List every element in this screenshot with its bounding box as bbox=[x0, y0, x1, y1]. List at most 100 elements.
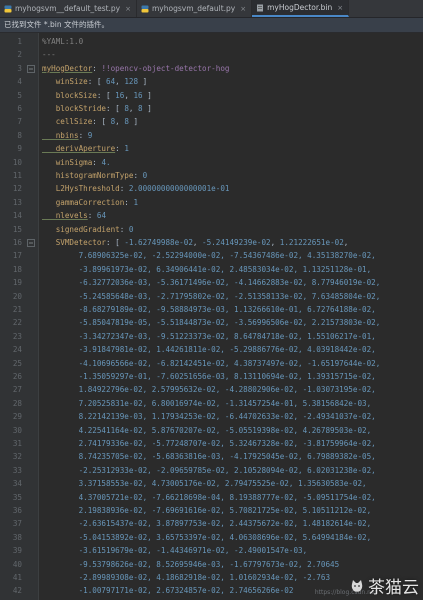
code-text: 3.37158553e-02, 4.73005176e-02, 2.794755… bbox=[42, 477, 367, 490]
line-number: 33 bbox=[12, 465, 22, 475]
code-token: : bbox=[115, 144, 125, 154]
code-line[interactable]: 3 myHogDector: !!opencv-object-detector-h… bbox=[0, 62, 423, 75]
code-text: 4.37005721e-02, -7.66218698e-04, 8.19388… bbox=[42, 491, 376, 504]
code-token: gammaCorrection bbox=[42, 197, 125, 207]
code-token: -3.34272347e-03, -9.51223373e-02, 8.6478… bbox=[42, 331, 376, 341]
line-number: 39 bbox=[12, 546, 22, 556]
code-token: 128 bbox=[124, 77, 139, 87]
code-line[interactable]: 40 -9.53798626e-02, 8.52695946e-03, -1.6… bbox=[0, 558, 423, 571]
code-line[interactable]: 25 -4.10696566e-02, -6.82142451e-02, 4.3… bbox=[0, 357, 423, 370]
code-line[interactable]: 17 7.68906325e-02, -2.52294000e-02, -7.5… bbox=[0, 249, 423, 262]
code-text: cellSize: [ 8, 8 ] bbox=[42, 115, 138, 128]
code-line[interactable]: 10 winSigma: 4. bbox=[0, 156, 423, 169]
code-token: 1 bbox=[124, 144, 129, 154]
code-text: -9.53798626e-02, 8.52695946e-03, -1.6779… bbox=[42, 558, 340, 571]
watermark-logo: 茶猫云 bbox=[350, 573, 419, 598]
close-icon[interactable]: × bbox=[337, 4, 343, 12]
code-text: nbins: 9 bbox=[42, 129, 93, 142]
plugin-notice-banner[interactable]: 已找到文件 *.bin 文件的插件。 bbox=[0, 18, 423, 32]
code-text: -5.85047819e-05, -5.51844873e-02, -3.569… bbox=[42, 316, 381, 329]
close-icon[interactable]: × bbox=[125, 5, 131, 13]
cat-logo-icon bbox=[351, 579, 363, 592]
code-token: : [ bbox=[106, 104, 125, 113]
code-line[interactable]: 29 8.22142139e-03, 1.17934253e-02, -6.44… bbox=[0, 410, 423, 423]
code-line[interactable]: 22 -5.85047819e-05, -5.51844873e-02, -3.… bbox=[0, 316, 423, 329]
code-line[interactable]: 7 cellSize: [ 8, 8 ] bbox=[0, 115, 423, 128]
code-line[interactable]: 12 L2HysThreshold: 2.0000000000000001e-0… bbox=[0, 182, 423, 195]
code-line[interactable]: 34 3.37158553e-02, 4.73005176e-02, 2.794… bbox=[0, 477, 423, 490]
line-number: 20 bbox=[12, 291, 22, 301]
code-text: -1.00797171e-02, 2.67324857e-02, 2.74656… bbox=[42, 584, 294, 597]
code-line[interactable]: 9 derivAperture: 1 bbox=[0, 142, 423, 155]
code-line[interactable]: 5 blockSize: [ 16, 16 ] bbox=[0, 89, 423, 102]
code-text: histogramNormType: 0 bbox=[42, 169, 147, 182]
line-number: 32 bbox=[12, 452, 22, 462]
line-number: 40 bbox=[12, 559, 22, 569]
code-text: winSigma: 4. bbox=[42, 156, 111, 169]
code-line[interactable]: 37 -2.63615437e-02, 3.87897753e-02, 2.44… bbox=[0, 517, 423, 530]
code-line[interactable]: 31 2.74179336e-02, -5.77248707e-02, 5.32… bbox=[0, 437, 423, 450]
line-number: 31 bbox=[12, 439, 22, 448]
code-token: 2.74179336e-02, -5.77248707e-02, 5.32467… bbox=[42, 439, 376, 448]
code-line[interactable]: 2 --- bbox=[0, 48, 423, 61]
code-token: blockSize bbox=[42, 90, 97, 100]
code-text: SVMDetector: [ -1.62749988e-02, -5.24149… bbox=[42, 236, 349, 249]
code-line[interactable]: 11 histogramNormType: 0 bbox=[0, 169, 423, 182]
code-line[interactable]: 38 -5.04153892e-02, 3.65753397e-02, 4.06… bbox=[0, 531, 423, 544]
line-number: 13 bbox=[12, 197, 22, 207]
code-line[interactable]: 28 7.20525831e-02, 6.80016974e-02, -1.31… bbox=[0, 397, 423, 410]
code-text: 7.20525831e-02, 6.80016974e-02, -1.31457… bbox=[42, 397, 372, 410]
line-number: 38 bbox=[12, 532, 22, 542]
code-line[interactable]: 19 -6.32772036e-03, -5.36171496e-02, -4.… bbox=[0, 276, 423, 289]
tab-label: myhogsvm__default_test.py bbox=[15, 4, 121, 13]
code-token: : bbox=[78, 130, 88, 140]
code-token: 9 bbox=[87, 130, 93, 140]
code-token: : [ bbox=[87, 77, 107, 87]
code-line[interactable]: 13 gammaCorrection: 1 bbox=[0, 196, 423, 209]
line-number: 30 bbox=[12, 425, 22, 435]
code-token: 1.84922796e-02, 2.57995632e-02, -4.28802… bbox=[42, 385, 376, 395]
editor-tab[interactable]: myHogDector.bin × bbox=[252, 0, 350, 17]
code-line[interactable]: 39 -3.61519679e-02, -1.44346971e-02, -2.… bbox=[0, 544, 423, 557]
code-line[interactable]: 8 nbins: 9 bbox=[0, 129, 423, 142]
code-line[interactable]: 21 -8.68279189e-02, -9.58884973e-03, 1.1… bbox=[0, 303, 423, 316]
code-token: 4. bbox=[101, 157, 111, 167]
code-line[interactable]: 4 winSize: [ 64, 128 ] bbox=[0, 75, 423, 88]
code-line[interactable]: 33 -2.25312933e-02, -2.09659785e-02, 2.1… bbox=[0, 464, 423, 477]
code-editor[interactable]: 1 %YAML:1.0 2 --- 3 myHogDector: !!opencv-obj… bbox=[0, 33, 423, 600]
line-number: 16 bbox=[12, 238, 22, 247]
editor-tab[interactable]: myhogsvm__default_test.py × bbox=[0, 0, 137, 17]
code-line[interactable]: 18 -3.89961973e-02, 6.34906441e-02, 2.48… bbox=[0, 263, 423, 276]
code-text: -1.35059297e-01, -7.60251656e-03, 8.1311… bbox=[42, 370, 376, 383]
code-token: -5.24585648e-03, -2.71795802e-02, -2.513… bbox=[42, 291, 381, 301]
code-line[interactable]: 30 4.22541164e-02, 5.87670207e-02, -5.05… bbox=[0, 424, 423, 437]
code-line[interactable]: 36 2.19838936e-02, -7.69691616e-02, 5.70… bbox=[0, 504, 423, 517]
code-line[interactable]: 15 signedGradient: 0 bbox=[0, 223, 423, 236]
code-line[interactable]: 14 nlevels: 64 bbox=[0, 209, 423, 222]
code-line[interactable]: 20 -5.24585648e-03, -2.71795802e-02, -2.… bbox=[0, 290, 423, 303]
python-file-icon bbox=[4, 5, 12, 12]
code-line[interactable]: 24 -3.91847981e-02, 1.44261811e-02, -5.2… bbox=[0, 343, 423, 356]
code-line[interactable]: 26 -1.35059297e-01, -7.60251656e-03, 8.1… bbox=[0, 370, 423, 383]
code-token: -3.89961973e-02, 6.34906441e-02, 2.48583… bbox=[42, 264, 372, 274]
python-file-icon bbox=[141, 5, 149, 12]
code-token: 64 bbox=[106, 77, 116, 87]
code-token: -2.89989308e-02, 4.18682918e-02, 1.01602… bbox=[42, 573, 331, 582]
code-token: signedGradient bbox=[42, 224, 120, 234]
code-line[interactable]: 27 1.84922796e-02, 2.57995632e-02, -4.28… bbox=[0, 383, 423, 396]
code-token: 16 bbox=[133, 90, 143, 100]
code-token: 1 bbox=[133, 197, 139, 207]
editor-tab[interactable]: myhogsvm_default.py × bbox=[137, 0, 253, 17]
code-line[interactable]: 23 -3.34272347e-03, -9.51223373e-02, 8.6… bbox=[0, 330, 423, 343]
code-text: -3.89961973e-02, 6.34906441e-02, 2.48583… bbox=[42, 263, 372, 276]
close-icon[interactable]: × bbox=[240, 5, 246, 13]
code-line[interactable]: 35 4.37005721e-02, -7.66218698e-04, 8.19… bbox=[0, 491, 423, 504]
code-line[interactable]: 32 8.74235705e-02, -5.68363816e-03, -4.1… bbox=[0, 450, 423, 463]
code-token: ] bbox=[138, 77, 148, 87]
code-line[interactable]: 16 SVMDetector: [ -1.62749988e-02, -5.24… bbox=[0, 236, 423, 249]
code-line[interactable]: 1 %YAML:1.0 bbox=[0, 35, 423, 48]
code-line[interactable]: 6 blockStride: [ 8, 8 ] bbox=[0, 102, 423, 115]
code-token: , bbox=[192, 238, 203, 247]
code-token: myHogDector bbox=[42, 63, 93, 73]
code-text: --- bbox=[42, 48, 56, 61]
